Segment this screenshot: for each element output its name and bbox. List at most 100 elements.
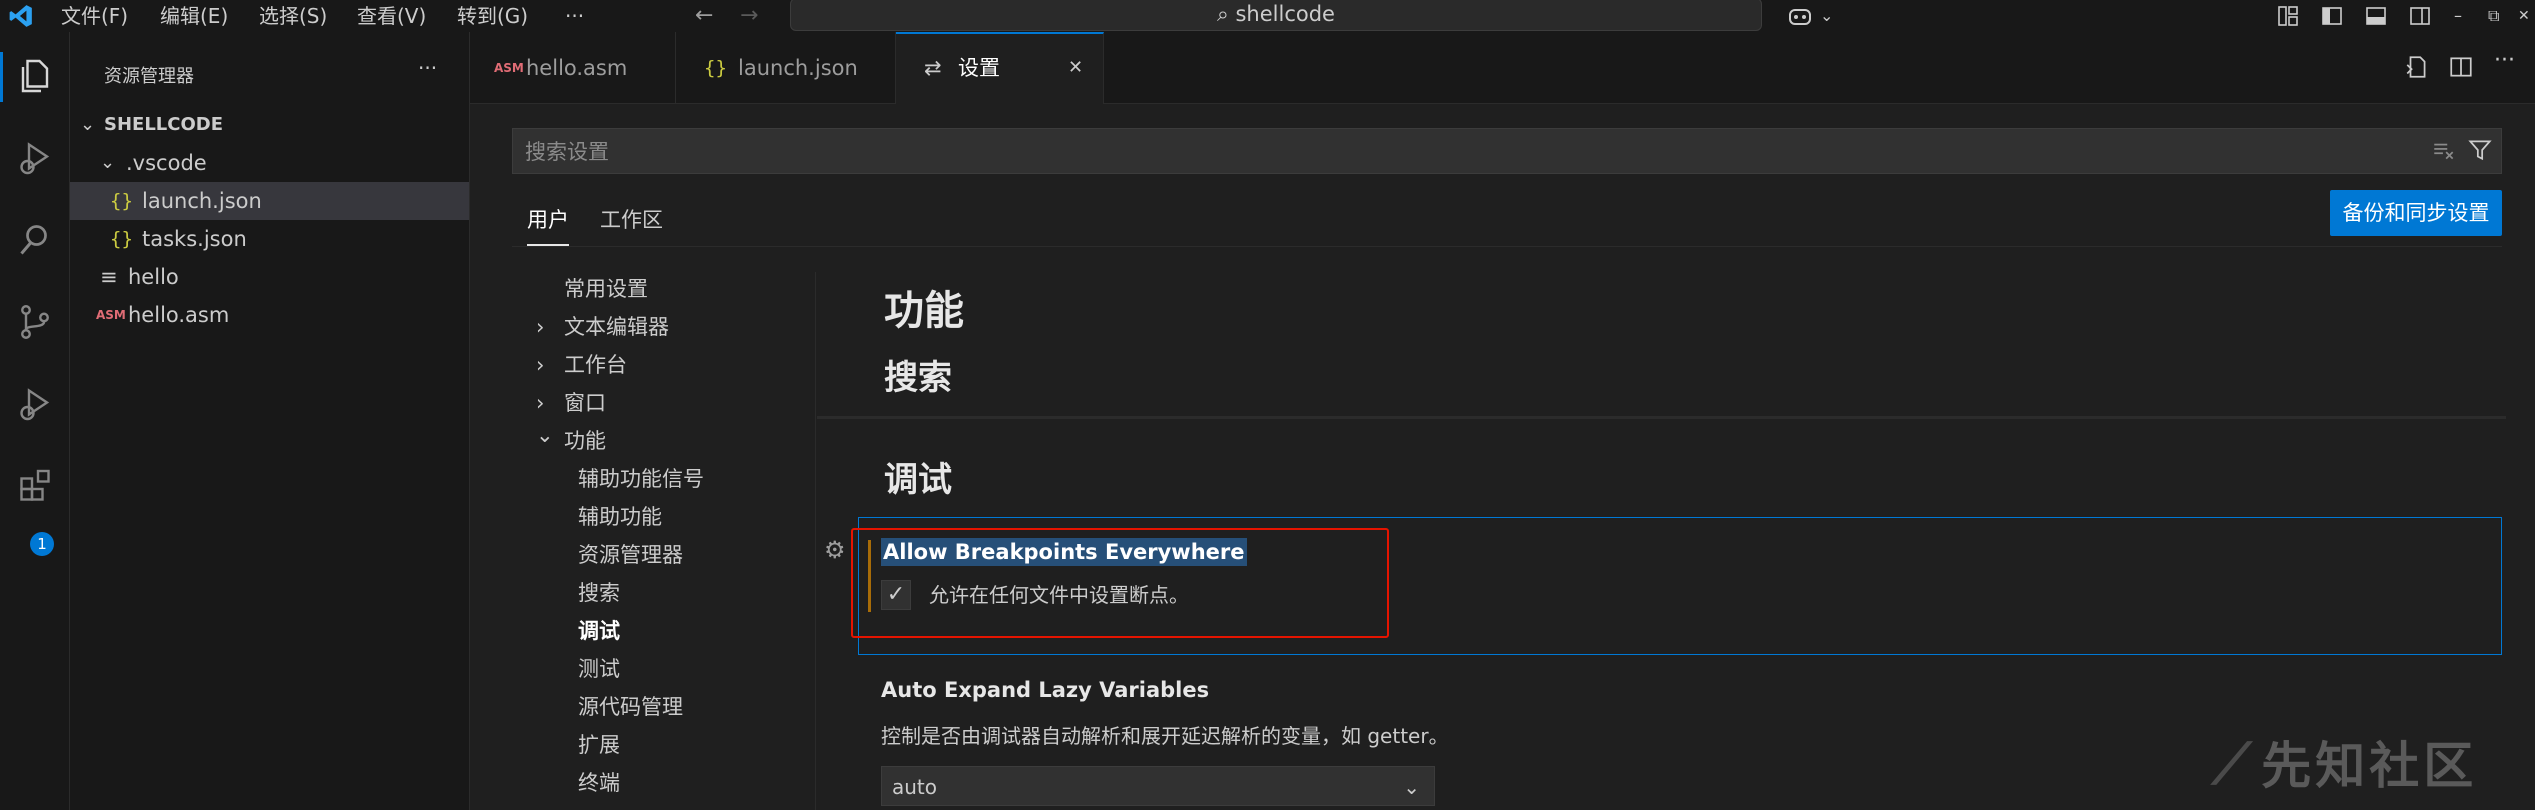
- settings-editor: [470, 104, 2535, 810]
- tree-label: hello.asm: [128, 303, 230, 327]
- tab-label: 设置: [958, 56, 1000, 80]
- toc-label: 工作台: [564, 353, 627, 377]
- watermark: ⟋ 先知社区: [2212, 726, 2477, 798]
- menu-view[interactable]: 查看(V): [357, 0, 426, 32]
- menu-selection[interactable]: 选择(S): [259, 0, 327, 32]
- backup-sync-button[interactable]: 备份和同步设置: [2330, 190, 2502, 236]
- tree-label: tasks.json: [142, 227, 247, 251]
- run-debug-2-icon[interactable]: [0, 384, 70, 433]
- search-icon: ⌕: [1217, 2, 1229, 26]
- section-debug: 调试: [884, 460, 952, 500]
- filter-icon[interactable]: [2467, 137, 2493, 167]
- section-features: 功能: [884, 288, 964, 334]
- toc-item-accessibility-signals[interactable]: 辅助功能信号: [578, 461, 704, 497]
- chevron-right-icon: ›: [536, 315, 545, 339]
- toc-label: 常用设置: [564, 277, 648, 301]
- menu-go[interactable]: 转到(G): [457, 0, 528, 32]
- tab-launch-json[interactable]: {} launch.json: [676, 32, 896, 104]
- menu-more[interactable]: ···: [565, 0, 584, 32]
- toggle-primary-sidebar-icon[interactable]: [2320, 0, 2344, 32]
- tab-label: hello.asm: [526, 56, 628, 80]
- watermark-text: 先知社区: [2261, 737, 2478, 795]
- toc-label: 文本编辑器: [564, 315, 669, 339]
- customize-layout-icon[interactable]: [2276, 0, 2300, 32]
- chevron-down-icon: ⌄: [80, 114, 96, 135]
- editor-tab-bar: ASM hello.asm {} launch.json ⇄ 设置 ✕ ···: [470, 32, 2535, 104]
- gear-icon[interactable]: ⚙: [824, 536, 846, 564]
- toc-item-terminal[interactable]: 终端: [578, 765, 620, 801]
- tree-folder-vscode[interactable]: ⌄ .vscode: [70, 144, 469, 182]
- search-icon[interactable]: [0, 220, 70, 269]
- toggle-panel-icon[interactable]: [2364, 0, 2388, 32]
- tree-file-hello[interactable]: ≡ hello: [70, 258, 469, 296]
- command-center-label: shellcode: [1235, 2, 1335, 26]
- chevron-right-icon: ›: [536, 391, 545, 415]
- json-file-icon: {}: [110, 190, 133, 212]
- toc-item-extensions[interactable]: 扩展: [578, 727, 620, 763]
- toc-item-debug[interactable]: 调试: [578, 613, 620, 649]
- run-debug-icon[interactable]: [0, 138, 70, 187]
- tab-hello-asm[interactable]: ASM hello.asm: [470, 32, 676, 104]
- clear-filter-icon[interactable]: [2431, 137, 2457, 167]
- open-settings-json-icon[interactable]: [2404, 54, 2430, 84]
- json-file-icon: {}: [704, 57, 727, 79]
- tab-label: launch.json: [738, 56, 858, 80]
- tree-root-shellcode[interactable]: ⌄ SHELLCODE: [70, 106, 469, 144]
- scope-divider: [512, 246, 2502, 247]
- explorer-icon[interactable]: [0, 56, 70, 105]
- toc-item-testing[interactable]: 测试: [578, 651, 620, 687]
- asm-file-icon: ASM: [494, 61, 524, 75]
- toc-item-explorer[interactable]: 资源管理器: [578, 537, 683, 573]
- more-actions-icon[interactable]: ···: [418, 56, 437, 80]
- tab-settings[interactable]: ⇄ 设置 ✕: [896, 32, 1104, 104]
- explorer-sidebar: 资源管理器 ··· ⌄ SHELLCODE ⌄ .vscode {} launc…: [70, 32, 470, 810]
- settings-editor-icon: ⇄: [924, 56, 942, 80]
- menu-edit[interactable]: 编辑(E): [160, 0, 228, 32]
- close-icon[interactable]: ✕: [2518, 0, 2530, 32]
- close-icon[interactable]: ✕: [1068, 34, 1083, 102]
- toc-item-search[interactable]: 搜索: [578, 575, 620, 611]
- tree-label: launch.json: [142, 189, 262, 213]
- asm-file-icon: ASM: [96, 308, 126, 322]
- watermark-logo-icon: ⟋: [2212, 732, 2256, 797]
- arrow-right-icon[interactable]: →: [740, 0, 758, 32]
- chevron-down-icon: ⌄: [1403, 775, 1420, 799]
- tree-file-tasks-json[interactable]: {} tasks.json: [70, 220, 469, 258]
- arrow-left-icon[interactable]: ←: [695, 0, 713, 32]
- auto-expand-select[interactable]: auto ⌄: [881, 766, 1435, 806]
- tree-file-hello-asm[interactable]: ASM hello.asm: [70, 296, 469, 334]
- split-editor-icon[interactable]: [2448, 54, 2474, 84]
- toc-item-accessibility[interactable]: 辅助功能: [578, 499, 662, 535]
- setting-description-auto-expand: 控制是否由调试器自动解析和展开延迟解析的变量，如 getter。: [881, 724, 1449, 748]
- activity-bar: 1: [0, 32, 70, 810]
- more-actions-icon[interactable]: ···: [2494, 48, 2515, 73]
- select-value: auto: [892, 775, 938, 799]
- setting-title-auto-expand: Auto Expand Lazy Variables: [881, 678, 1210, 702]
- tab-user[interactable]: 用户: [527, 200, 569, 246]
- tree-file-launch-json[interactable]: {} launch.json: [70, 182, 469, 220]
- command-center[interactable]: ⌕ shellcode: [790, 0, 1762, 31]
- toc-divider: [815, 272, 816, 810]
- settings-search-input[interactable]: [513, 129, 2407, 175]
- editor-scrollbar[interactable]: [2506, 104, 2520, 810]
- extensions-icon[interactable]: [0, 466, 70, 515]
- chevron-down-icon[interactable]: ⌄: [1820, 0, 1833, 32]
- tab-workspace[interactable]: 工作区: [600, 200, 663, 244]
- annotation-highlight: [851, 528, 1389, 638]
- toc-item-scm[interactable]: 源代码管理: [578, 689, 683, 725]
- toggle-secondary-sidebar-icon[interactable]: [2408, 0, 2432, 32]
- chevron-down-icon: ⌄: [100, 152, 116, 173]
- minimize-icon[interactable]: –: [2454, 0, 2462, 32]
- restore-icon[interactable]: ⧉: [2488, 0, 2499, 32]
- chevron-down-icon: ⌄: [536, 423, 554, 447]
- vscode-logo-icon: [8, 0, 34, 32]
- source-control-icon[interactable]: [0, 302, 70, 351]
- menu-file[interactable]: 文件(F): [61, 0, 128, 32]
- json-file-icon: {}: [110, 228, 133, 250]
- chevron-right-icon: ›: [536, 353, 545, 377]
- extensions-badge: 1: [30, 532, 54, 556]
- toc-label: 窗口: [564, 391, 606, 415]
- toc-label: 功能: [564, 429, 606, 453]
- copilot-icon[interactable]: [1786, 0, 1814, 32]
- tree-label: hello: [128, 265, 179, 289]
